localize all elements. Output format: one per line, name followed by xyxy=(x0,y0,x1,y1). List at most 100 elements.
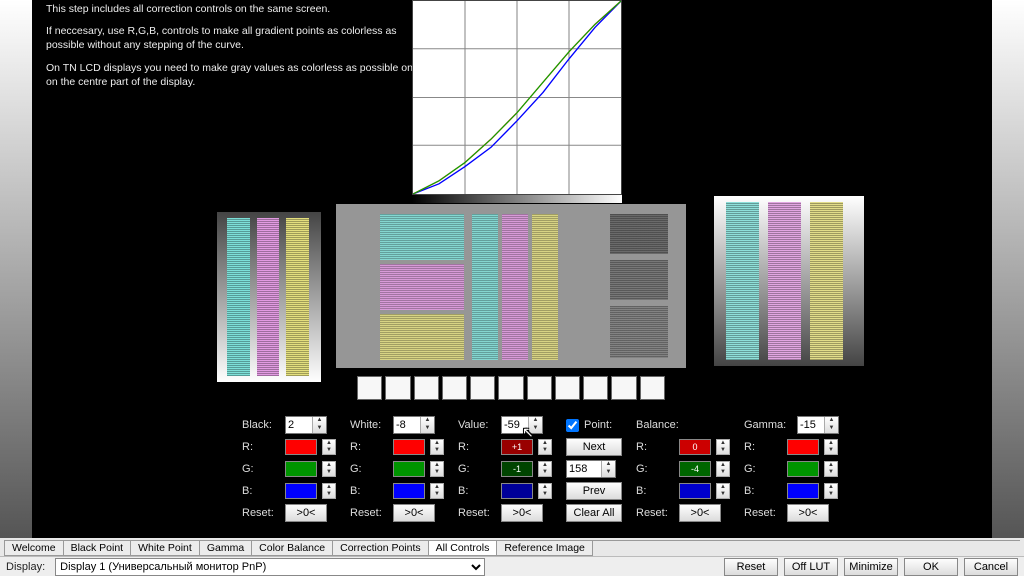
tab-correction-points[interactable]: Correction Points xyxy=(332,541,429,556)
gradient-strip xyxy=(412,195,622,203)
tab-all-controls[interactable]: All Controls xyxy=(428,541,498,556)
white-g-swatch[interactable] xyxy=(393,461,425,477)
gamma-g-swatch[interactable] xyxy=(787,461,819,477)
black-g-spinner[interactable]: ▲▼ xyxy=(322,461,336,477)
nav-value-spinner[interactable]: ▲▼ xyxy=(601,461,615,477)
value-b-swatch[interactable] xyxy=(501,483,533,499)
stripe-yellow-r xyxy=(810,202,843,360)
balance-reset-button[interactable]: >0< xyxy=(679,504,721,522)
value-reset-button[interactable]: >0< xyxy=(501,504,543,522)
balance-g-swatch[interactable]: -4 xyxy=(679,461,711,477)
side-gradient-left xyxy=(0,0,32,538)
point-checkbox[interactable] xyxy=(566,419,579,432)
cancel-button[interactable]: Cancel xyxy=(964,558,1018,576)
balance-reset-label: Reset: xyxy=(636,507,674,519)
white-spinner[interactable]: ▲▼ xyxy=(420,417,434,433)
gamma-b-label: B: xyxy=(744,485,782,497)
balance-r-swatch[interactable]: 0 xyxy=(679,439,711,455)
balance-r-label: R: xyxy=(636,441,674,453)
bw-swatch xyxy=(611,376,636,400)
balance-label: Balance: xyxy=(636,419,686,431)
white-r-spinner[interactable]: ▲▼ xyxy=(430,439,444,455)
display-select[interactable]: Display 1 (Универсальный монитор PnP) xyxy=(55,558,485,576)
gamma-r-spinner[interactable]: ▲▼ xyxy=(824,439,838,455)
prev-button[interactable]: Prev xyxy=(566,482,622,500)
reset-button[interactable]: Reset xyxy=(724,558,778,576)
stripe-magenta-r xyxy=(768,202,801,360)
value-b-label: B: xyxy=(458,485,496,497)
black-spinner[interactable]: ▲▼ xyxy=(312,417,326,433)
: B: xyxy=(636,485,674,497)
bottom-bar: Display: Display 1 (Универсальный монито… xyxy=(0,556,1024,576)
value-r-spinner[interactable]: ▲▼ xyxy=(538,439,552,455)
tab-welcome[interactable]: Welcome xyxy=(4,541,64,556)
gamma-r-swatch[interactable] xyxy=(787,439,819,455)
balance-b-swatch[interactable] xyxy=(679,483,711,499)
clear-all-button[interactable]: Clear All xyxy=(566,504,622,522)
white-b-spinner[interactable]: ▲▼ xyxy=(430,483,444,499)
black-b-spinner[interactable]: ▲▼ xyxy=(322,483,336,499)
block-gray-3 xyxy=(610,306,668,358)
black-b-label: B: xyxy=(242,485,280,497)
controls-grid: Black: ▲▼ R:▲▼ G:▲▼ B:▲▼ Reset:>0< White… xyxy=(242,416,932,528)
minimize-button[interactable]: Minimize xyxy=(844,558,898,576)
black-input[interactable] xyxy=(286,417,312,433)
tab-color-balance[interactable]: Color Balance xyxy=(251,541,333,556)
balance-b-spinner[interactable]: ▲▼ xyxy=(716,483,730,499)
white-b-swatch[interactable] xyxy=(393,483,425,499)
ok-button[interactable]: OK xyxy=(904,558,958,576)
bw-swatch xyxy=(555,376,580,400)
gamma-reset-button[interactable]: >0< xyxy=(787,504,829,522)
tab-black-point[interactable]: Black Point xyxy=(63,541,132,556)
value-g-swatch[interactable]: -1 xyxy=(501,461,533,477)
test-panel-center xyxy=(336,204,686,368)
point-label: Point: xyxy=(584,419,612,431)
col-balance: Balance: R:0▲▼ G:-4▲▼ B:▲▼ Reset:>0< xyxy=(636,416,730,528)
value-label: Value: xyxy=(458,419,496,431)
block-gray-1 xyxy=(610,214,668,254)
white-reset-label: Reset: xyxy=(350,507,388,519)
bw-swatch xyxy=(357,376,382,400)
tab-gamma[interactable]: Gamma xyxy=(199,541,252,556)
gamma-b-spinner[interactable]: ▲▼ xyxy=(824,483,838,499)
off-lut-button[interactable]: Off LUT xyxy=(784,558,838,576)
balance-r-spinner[interactable]: ▲▼ xyxy=(716,439,730,455)
gamma-b-swatch[interactable] xyxy=(787,483,819,499)
gamma-input[interactable] xyxy=(798,417,824,433)
black-b-swatch[interactable] xyxy=(285,483,317,499)
white-reset-button[interactable]: >0< xyxy=(393,504,435,522)
tab-bar: Welcome Black Point White Point Gamma Co… xyxy=(4,540,1020,556)
black-r-swatch[interactable] xyxy=(285,439,317,455)
white-input[interactable] xyxy=(394,417,420,433)
gamma-spinner[interactable]: ▲▼ xyxy=(824,417,838,433)
gamma-label: Gamma: xyxy=(744,419,792,431)
next-button[interactable]: Next xyxy=(566,438,622,456)
col-nav: Point: Next ▲▼ Prev Clear All xyxy=(566,416,622,528)
black-reset-button[interactable]: >0< xyxy=(285,504,327,522)
gamma-reset-label: Reset: xyxy=(744,507,782,519)
tab-white-point[interactable]: White Point xyxy=(130,541,200,556)
black-g-label: G: xyxy=(242,463,280,475)
help-p1: This step includes all correction contro… xyxy=(46,2,426,16)
value-input[interactable] xyxy=(502,417,528,433)
col-black: Black: ▲▼ R:▲▼ G:▲▼ B:▲▼ Reset:>0< xyxy=(242,416,336,528)
balance-g-spinner[interactable]: ▲▼ xyxy=(716,461,730,477)
nav-value-input[interactable] xyxy=(567,461,601,477)
black-r-spinner[interactable]: ▲▼ xyxy=(322,439,336,455)
value-b-spinner[interactable]: ▲▼ xyxy=(538,483,552,499)
help-text: This step includes all correction contro… xyxy=(46,2,426,97)
tab-reference-image[interactable]: Reference Image xyxy=(496,541,593,556)
bw-swatch xyxy=(442,376,467,400)
white-g-spinner[interactable]: ▲▼ xyxy=(430,461,444,477)
white-r-swatch[interactable] xyxy=(393,439,425,455)
value-spinner[interactable]: ▲▼ xyxy=(528,417,542,433)
bw-swatch xyxy=(640,376,665,400)
value-g-spinner[interactable]: ▲▼ xyxy=(538,461,552,477)
block-yel-2 xyxy=(532,214,558,360)
gamma-g-spinner[interactable]: ▲▼ xyxy=(824,461,838,477)
black-g-swatch[interactable] xyxy=(285,461,317,477)
white-label: White: xyxy=(350,419,388,431)
value-r-swatch[interactable]: +1 xyxy=(501,439,533,455)
value-g-label: G: xyxy=(458,463,496,475)
white-r-label: R: xyxy=(350,441,388,453)
